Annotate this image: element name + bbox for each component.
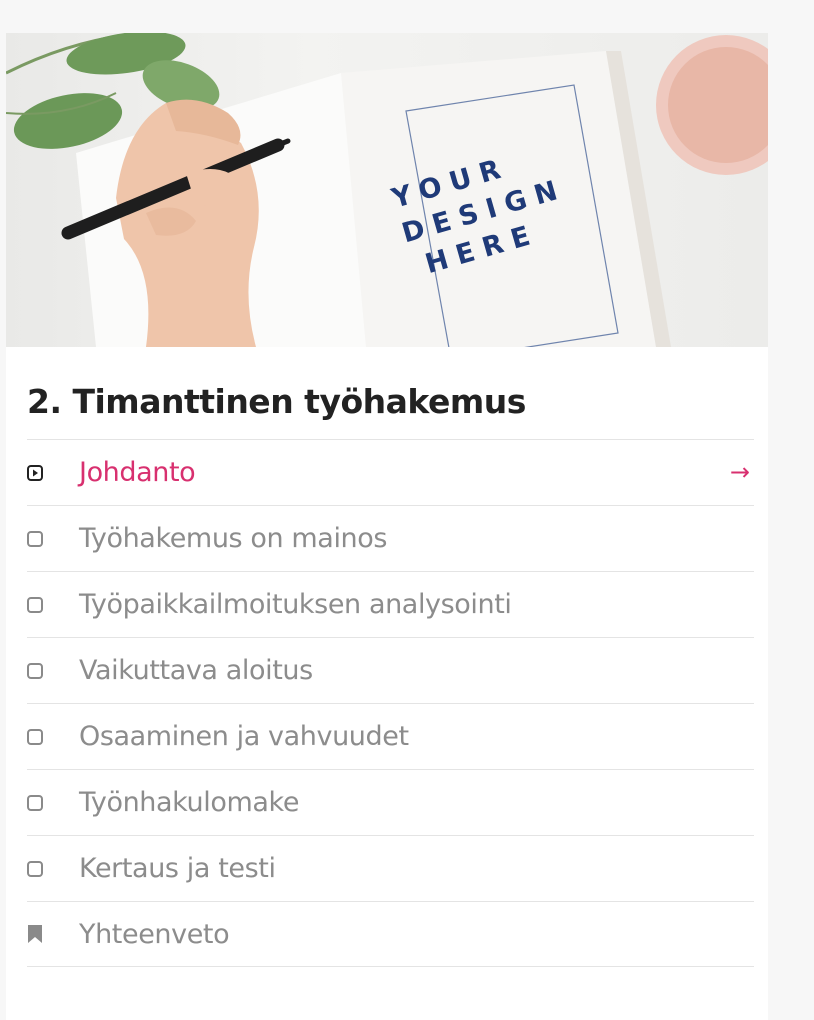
- play-square-icon: [27, 464, 79, 481]
- lesson-label: Työhakemus on mainos: [79, 523, 388, 554]
- lesson-label: Työnhakulomake: [79, 787, 300, 818]
- lesson-label: Kertaus ja testi: [79, 853, 276, 884]
- lesson-label: Yhteenveto: [79, 918, 230, 950]
- lesson-item-kertaus-ja-testi[interactable]: Kertaus ja testi: [27, 835, 754, 901]
- lesson-item-tyonhakulomake[interactable]: Työnhakulomake: [27, 769, 754, 835]
- square-outline-icon: [27, 596, 79, 613]
- lesson-item-tyohakemus-on-mainos[interactable]: Työhakemus on mainos: [27, 505, 754, 571]
- course-hero-image: YOUR DESIGN HERE: [6, 33, 768, 347]
- arrow-right-icon: →: [729, 458, 750, 486]
- course-title: 2. Timanttinen työhakemus: [27, 382, 526, 421]
- square-outline-icon: [27, 794, 79, 811]
- lesson-item-osaaminen-ja-vahvuudet[interactable]: Osaaminen ja vahvuudet: [27, 703, 754, 769]
- lesson-label: Vaikuttava aloitus: [79, 655, 313, 686]
- bookmark-icon: [27, 924, 79, 944]
- square-outline-icon: [27, 530, 79, 547]
- lesson-label: Työpaikkailmoituksen analysointi: [79, 589, 512, 620]
- lesson-label: Johdanto: [79, 457, 196, 488]
- hero-illustration: [6, 33, 768, 347]
- square-outline-icon: [27, 728, 79, 745]
- lesson-item-vaikuttava-aloitus[interactable]: Vaikuttava aloitus: [27, 637, 754, 703]
- lesson-item-yhteenveto[interactable]: Yhteenveto: [27, 901, 754, 967]
- lesson-item-tyopaikkailmoituksen-analysointi[interactable]: Työpaikkailmoituksen analysointi: [27, 571, 754, 637]
- lesson-item-johdanto[interactable]: Johdanto →: [27, 439, 754, 505]
- lesson-label: Osaaminen ja vahvuudet: [79, 721, 409, 752]
- lesson-list: Johdanto → Työhakemus on mainos Työpaikk…: [27, 439, 754, 967]
- square-outline-icon: [27, 860, 79, 877]
- course-card: YOUR DESIGN HERE 2. Timanttinen työhakem…: [6, 33, 768, 1020]
- square-outline-icon: [27, 662, 79, 679]
